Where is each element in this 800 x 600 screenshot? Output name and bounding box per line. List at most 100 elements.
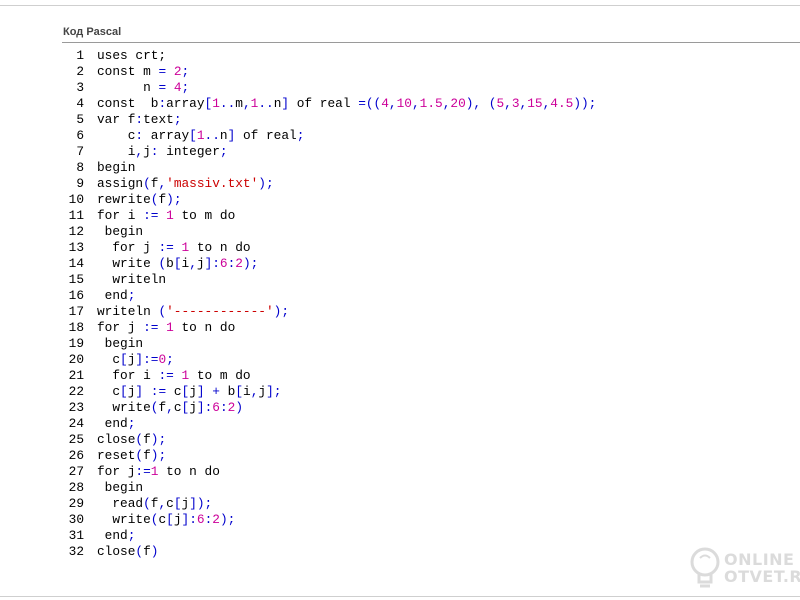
code-token: writeln: [97, 272, 167, 287]
panel-divider: [62, 42, 800, 43]
code-token: read: [97, 496, 144, 511]
code-token: integer: [158, 144, 220, 159]
code-token: );: [242, 256, 259, 271]
line-number: 9: [76, 176, 84, 191]
code-token: ,: [158, 176, 167, 191]
code-token: of real: [235, 128, 297, 143]
code-text: end;: [97, 528, 136, 543]
code-token: writeln: [97, 304, 159, 319]
line-number: 18: [68, 320, 84, 335]
code-text: for i := 1 to m do: [97, 368, 250, 383]
line-number: 27: [68, 464, 84, 479]
line-number: 26: [68, 448, 84, 463]
code-token: ,: [166, 400, 174, 415]
line-number: 2: [76, 64, 84, 79]
code-token: [: [173, 496, 182, 511]
code-line: 31 end;: [62, 528, 800, 544]
code-token: :=: [135, 464, 151, 479]
code-token: const b: [97, 96, 159, 111]
code-token: (: [135, 544, 144, 559]
code-line: 30 write(c[j]:6:2);: [62, 512, 800, 528]
code-text: for j:=1 to n do: [97, 464, 220, 479]
code-token: begin: [97, 224, 144, 239]
line-number: 25: [68, 432, 84, 447]
code-token: 1: [196, 128, 205, 143]
line-number: 13: [68, 240, 84, 255]
code-token: i: [243, 384, 251, 399]
code-text: assign(f,'massiv.txt');: [97, 176, 274, 191]
code-token: ,: [158, 496, 167, 511]
code-token: write: [97, 512, 151, 527]
code-line: 1 uses crt;: [62, 48, 800, 64]
code-text: n = 4;: [97, 80, 189, 95]
code-token: end: [97, 416, 128, 431]
code-text: for j := 1 to n do: [97, 240, 250, 255]
code-token: :: [135, 112, 144, 127]
code-token: c: [158, 512, 167, 527]
code-line: 26 reset(f);: [62, 448, 800, 464]
code-token: var f: [97, 112, 136, 127]
code-text: reset(f);: [97, 448, 166, 463]
code-token: to n do: [158, 464, 220, 479]
code-token: );: [219, 512, 236, 527]
code-token: array: [143, 128, 190, 143]
code-token: ];: [266, 384, 282, 399]
code-token: for j: [97, 240, 159, 255]
code-text: write(f,c[j]:6:2): [97, 400, 243, 415]
line-number: 11: [68, 208, 84, 223]
line-number: 20: [68, 352, 84, 367]
code-token: );: [150, 448, 167, 463]
code-line: 21 for i := 1 to m do: [62, 368, 800, 384]
code-token: ]: [281, 96, 290, 111]
code-line: 6 c: array[1..n] of real;: [62, 128, 800, 144]
code-token: j: [173, 512, 182, 527]
code-token: c: [166, 384, 182, 399]
code-token: f: [143, 544, 151, 559]
code-token: j: [258, 384, 267, 399]
code-token: 3: [511, 96, 520, 111]
code-line: 20 c[j]:=0;: [62, 352, 800, 368]
lightbulb-icon: [690, 547, 720, 588]
code-token: ;: [181, 80, 190, 95]
code-token: (: [158, 304, 167, 319]
code-text: writeln ('------------');: [97, 304, 289, 319]
code-text: c[j] := c[j] + b[i,j];: [97, 384, 281, 399]
code-text: writeln: [97, 272, 166, 287]
line-number: 31: [68, 528, 84, 543]
code-token: :: [135, 128, 144, 143]
code-token: ]:=: [135, 352, 159, 367]
code-token: ]: [135, 384, 144, 399]
code-token: to m do: [173, 208, 236, 223]
code-block[interactable]: 1 uses crt; 2 const m = 2; 3 n = 4; 4 const b:…: [62, 48, 800, 560]
code-token: ]:: [196, 400, 213, 415]
line-number: 3: [76, 80, 84, 95]
code-token: ): [150, 544, 159, 559]
code-token: 6: [196, 512, 205, 527]
code-text: read(f,c[j]);: [97, 496, 212, 511]
code-token: 1: [166, 208, 174, 223]
code-token: 4: [381, 96, 389, 111]
code-token: [: [235, 384, 243, 399]
code-token: text: [143, 112, 174, 127]
code-token: begin: [97, 160, 136, 175]
code-token: begin: [97, 480, 144, 495]
line-number: 22: [68, 384, 84, 399]
code-text: const b:array[1..m,1..n] of real =((4,10…: [97, 96, 596, 111]
code-line: 18 for j := 1 to n do: [62, 320, 800, 336]
code-token: :=: [150, 384, 167, 399]
code-token: (: [158, 256, 167, 271]
code-line: 23 write(f,c[j]:6:2): [62, 400, 800, 416]
code-token: for j: [97, 320, 144, 335]
code-token: 2: [235, 256, 243, 271]
code-text: for i := 1 to m do: [97, 208, 235, 223]
line-number: 32: [68, 544, 84, 559]
bottom-divider: [0, 596, 800, 597]
code-line: 13 for j := 1 to n do: [62, 240, 800, 256]
code-token: 4: [173, 80, 182, 95]
code-token: [: [120, 352, 128, 367]
code-token: [: [120, 384, 128, 399]
code-token: ,: [388, 96, 397, 111]
code-token: ,: [242, 96, 251, 111]
code-token: +: [212, 384, 220, 399]
